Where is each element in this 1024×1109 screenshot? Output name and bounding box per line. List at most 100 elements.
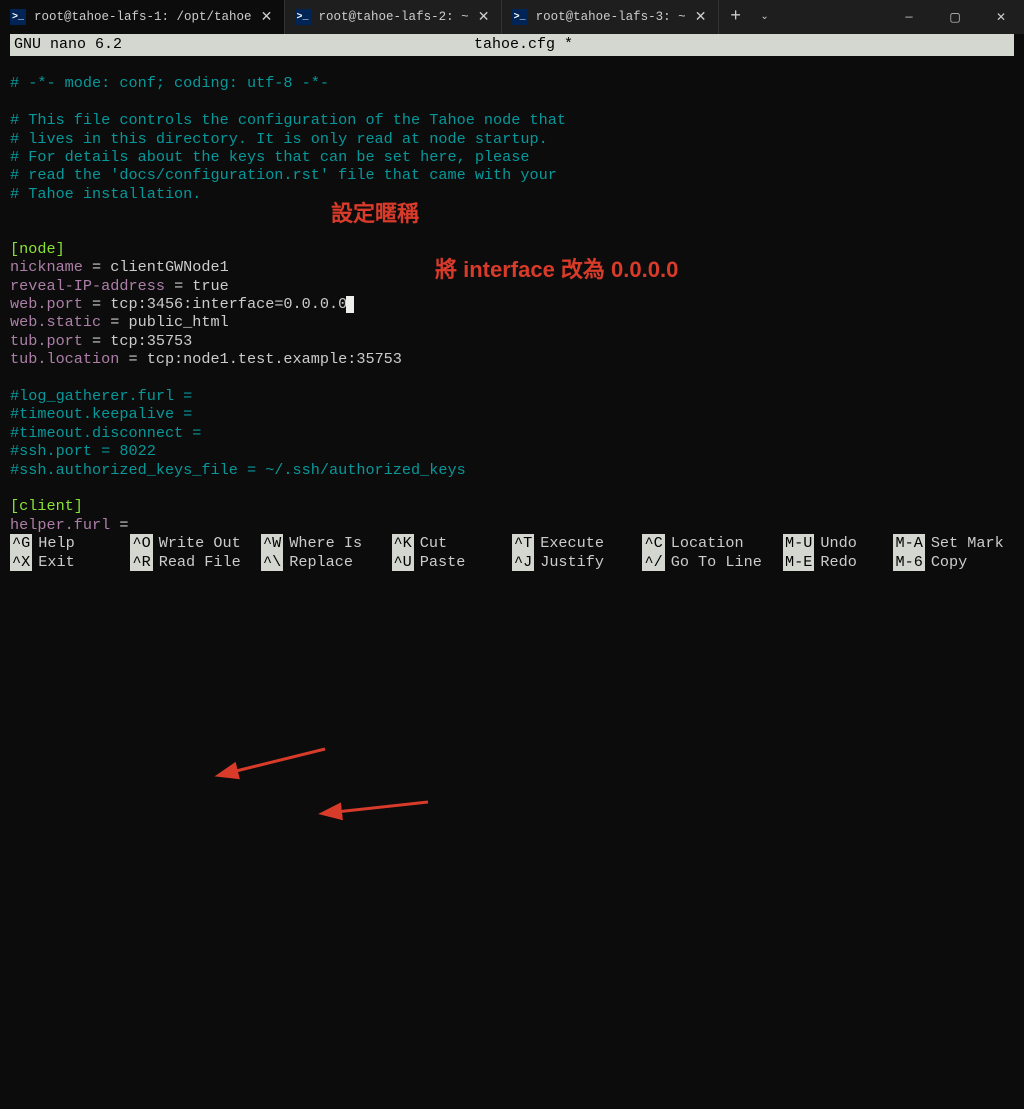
shortcut-key: ^/ [642, 553, 664, 571]
shortcut-desc: Redo [820, 553, 856, 571]
shortcut-desc: Help [38, 534, 74, 552]
config-comment: #ssh.authorized_keys_file = ~/.ssh/autho… [10, 461, 466, 479]
annotation-arrows [0, 534, 1024, 1109]
config-comment: # read the 'docs/configuration.rst' file… [10, 166, 557, 184]
shortcut-key: ^C [642, 534, 664, 552]
shortcut-desc: Copy [931, 553, 967, 571]
config-key: reveal-IP-address [10, 277, 165, 295]
shortcut-item: ^R Read File [130, 553, 261, 571]
minimize-button[interactable]: — [886, 0, 932, 34]
shortcut-item: M-UUndo [783, 534, 893, 552]
close-icon[interactable]: ✕ [694, 9, 708, 26]
shortcut-key: M-E [783, 553, 814, 571]
shortcut-column: ^G Help^XExit [10, 534, 130, 571]
shortcut-desc: Go To Line [671, 553, 762, 571]
shortcut-key: ^R [130, 553, 152, 571]
config-key: tub.port [10, 332, 83, 350]
shortcut-key: ^J [512, 553, 534, 571]
shortcut-item: ^C Location [642, 534, 783, 552]
shortcut-key: ^T [512, 534, 534, 552]
shortcut-key: ^O [130, 534, 152, 552]
shortcut-item: ^W Where Is [261, 534, 392, 552]
tab-dropdown-button[interactable]: ⌄ [753, 11, 777, 23]
shortcut-key: ^W [261, 534, 283, 552]
shortcut-item: ^/ Go To Line [642, 553, 783, 571]
config-value: = true [165, 277, 229, 295]
config-comment: # This file controls the configuration o… [10, 111, 566, 129]
tab-1[interactable]: >_ root@tahoe-lafs-1: /opt/tahoe ✕ [0, 0, 285, 34]
powershell-icon: >_ [295, 9, 311, 25]
shortcut-desc: Read File [159, 553, 241, 571]
shortcut-key: ^X [10, 553, 32, 571]
shortcut-desc: Set Mark [931, 534, 1004, 552]
config-value: = public_html [101, 313, 229, 331]
config-section: [client] [10, 497, 83, 515]
config-value: = tcp:3456:interface=0.0.0.0 [83, 295, 347, 313]
tab-3[interactable]: >_ root@tahoe-lafs-3: ~ ✕ [502, 0, 719, 34]
config-key: web.static [10, 313, 101, 331]
shortcut-key: ^K [392, 534, 414, 552]
tab-title: root@tahoe-lafs-3: ~ [536, 10, 686, 24]
shortcut-column: ^C Location ^/ Go To Line [642, 534, 783, 571]
shortcut-desc: Paste [420, 553, 466, 571]
shortcut-desc: Write Out [159, 534, 241, 552]
editor-area[interactable]: # -*- mode: conf; coding: utf-8 -*- # Th… [0, 56, 1024, 534]
shortcut-desc: Location [671, 534, 744, 552]
close-window-button[interactable]: ✕ [978, 0, 1024, 34]
nano-version: GNU nano 6.2 [14, 34, 474, 56]
shortcut-desc: Replace [289, 553, 353, 571]
maximize-button[interactable]: ▢ [932, 0, 978, 34]
config-value: = clientGWNode1 [83, 258, 229, 276]
tab-title: root@tahoe-lafs-1: /opt/tahoe [34, 10, 252, 24]
nano-shortcuts: ^G Help^XExit^O Write Out ^R Read File ^W Wher… [0, 534, 1024, 575]
tab-2[interactable]: >_ root@tahoe-lafs-2: ~ ✕ [285, 0, 502, 34]
tab-title: root@tahoe-lafs-2: ~ [319, 10, 469, 24]
text-cursor [346, 296, 354, 313]
shortcut-column: ^TExecute^JJustify [512, 534, 643, 571]
shortcut-item: ^JJustify [512, 553, 643, 571]
config-comment: #log_gatherer.furl = [10, 387, 192, 405]
shortcut-column: ^W Where Is^\Replace [261, 534, 392, 571]
shortcut-item: ^K Cut [392, 534, 512, 552]
config-comment: # For details about the keys that can be… [10, 148, 530, 166]
shortcut-column: M-UUndoM-E Redo [783, 534, 893, 571]
shortcut-key: ^G [10, 534, 32, 552]
config-value: = [110, 516, 128, 534]
powershell-icon: >_ [512, 9, 528, 25]
config-key: nickname [10, 258, 83, 276]
config-key: helper.furl [10, 516, 110, 534]
powershell-icon: >_ [10, 9, 26, 25]
config-comment: #ssh.port = 8022 [10, 442, 156, 460]
close-icon[interactable]: ✕ [260, 9, 274, 26]
shortcut-item: ^G Help [10, 534, 130, 552]
new-tab-button[interactable]: + [719, 7, 753, 27]
shortcut-key: M-6 [893, 553, 924, 571]
config-comment: #timeout.disconnect = [10, 424, 201, 442]
shortcut-key: M-A [893, 534, 924, 552]
config-key: web.port [10, 295, 83, 313]
shortcut-item: M-A Set Mark [893, 534, 1013, 552]
shortcut-item: ^O Write Out [130, 534, 261, 552]
config-section: [node] [10, 240, 65, 258]
shortcut-item: M-6 Copy [893, 553, 1013, 571]
shortcut-item: ^TExecute [512, 534, 643, 552]
shortcut-item: ^\Replace [261, 553, 392, 571]
shortcut-desc: Undo [820, 534, 856, 552]
shortcut-key: ^U [392, 553, 414, 571]
config-comment: # -*- mode: conf; coding: utf-8 -*- [10, 74, 329, 92]
config-comment: # lives in this directory. It is only re… [10, 130, 548, 148]
shortcut-desc: Where Is [289, 534, 362, 552]
shortcut-item: ^XExit [10, 553, 130, 571]
close-icon[interactable]: ✕ [477, 9, 491, 26]
config-value: = tcp:35753 [83, 332, 192, 350]
config-comment: # Tahoe installation. [10, 185, 201, 203]
shortcut-desc: Cut [420, 534, 447, 552]
shortcut-item: ^U Paste [392, 553, 512, 571]
shortcut-column: ^O Write Out ^R Read File [130, 534, 261, 571]
config-comment: #timeout.keepalive = [10, 405, 192, 423]
shortcut-item: M-E Redo [783, 553, 893, 571]
config-value: = tcp:node1.test.example:35753 [119, 350, 402, 368]
shortcut-column: M-A Set Mark M-6 Copy [893, 534, 1013, 571]
window-titlebar: >_ root@tahoe-lafs-1: /opt/tahoe ✕ >_ ro… [0, 0, 1024, 34]
nano-filename: tahoe.cfg * [474, 34, 1010, 56]
